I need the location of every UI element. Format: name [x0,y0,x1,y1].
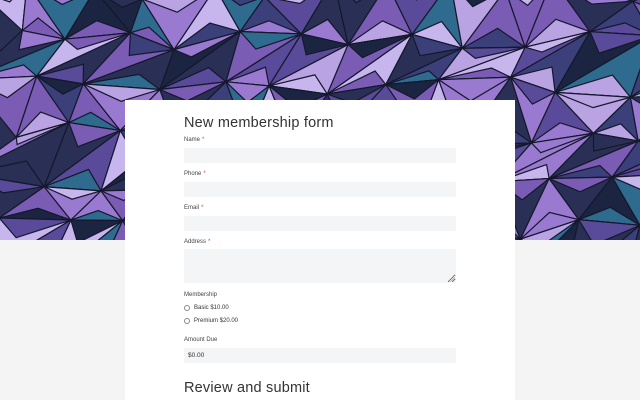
membership-option-basic[interactable]: Basic $10.00 [184,303,229,313]
email-label-text: Email [184,205,200,211]
membership-option-basic-label: Basic $10.00 [194,305,229,311]
name-label: Name * [184,137,204,143]
required-mark: * [202,137,205,143]
radio-button-basic[interactable] [184,305,190,311]
amount-due-label: Amount Due [184,337,218,343]
required-mark: * [208,239,211,245]
required-mark: * [201,205,204,211]
form-card: New membership form Name * Phone * Email * … [125,100,515,400]
email-label: Email * [184,205,203,211]
name-label-text: Name [184,137,201,143]
form-title: New membership form [184,115,334,131]
membership-label: Membership [184,292,218,298]
radio-button-premium[interactable] [184,318,190,324]
phone-label: Phone * [184,171,206,177]
address-field-wrapper [184,249,456,283]
name-input[interactable] [184,148,456,163]
required-mark: * [203,171,206,177]
review-submit-title: Review and submit [184,380,310,396]
amount-due-value: $0.00 [188,352,205,359]
phone-label-text: Phone [184,171,202,177]
membership-option-premium[interactable]: Premium $20.00 [184,316,238,326]
address-label-text: Address [184,239,207,245]
phone-input[interactable] [184,182,456,197]
amount-due-field: $0.00 [184,348,456,363]
address-textarea[interactable] [184,249,456,283]
email-input[interactable] [184,216,456,231]
address-label: Address * [184,239,210,245]
membership-option-premium-label: Premium $20.00 [194,318,239,324]
